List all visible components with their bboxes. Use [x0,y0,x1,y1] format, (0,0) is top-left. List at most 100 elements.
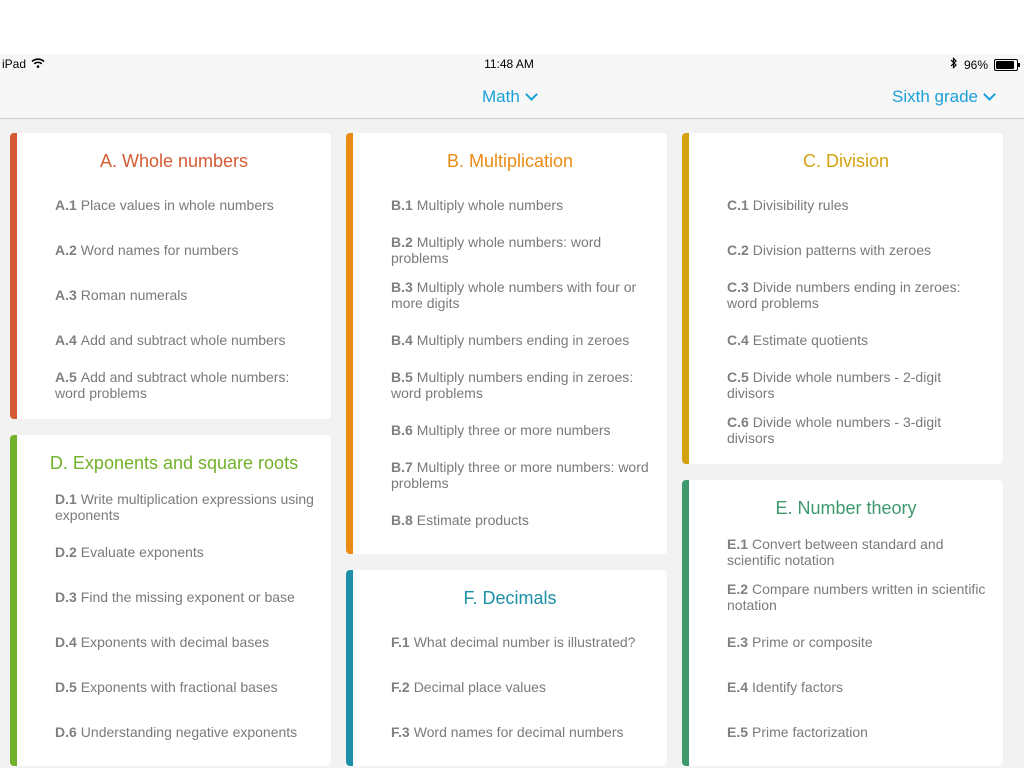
skill-code: C.3 [727,278,749,295]
skill-name: Estimate quotients [752,331,868,348]
battery-icon [994,58,1020,71]
skill-name: Convert between standard and scientific … [727,535,944,568]
category-card-multiplication: B. Multiplication B.1 Multiply whole numbe… [346,133,667,554]
skill-name: Multiply three or more numbers [416,421,611,438]
skill-text: F.2 Decimal place values [391,679,546,695]
skill-name: What decimal number is illustrated? [413,633,636,650]
skill-name: Roman numerals [80,286,188,303]
skill-link[interactable]: E.5 Prime factorization [727,709,987,754]
skill-link[interactable]: D.2 Evaluate exponents [55,529,315,574]
subject-dropdown[interactable]: Math [482,87,538,107]
category-card-number-theory: E. Number theory E.1 Convert between stand… [682,480,1003,766]
skill-link[interactable]: C.1 Divisibility rules [727,182,987,227]
skill-link[interactable]: E.3 Prime or composite [727,619,987,664]
skill-link[interactable]: D.3 Find the missing exponent or base [55,574,315,619]
skill-text: A.3 Roman numerals [55,287,187,303]
skill-name: Find the missing exponent or base [80,588,295,605]
skill-link[interactable]: E.2 Compare numbers written in scientific… [727,574,987,619]
skill-link[interactable]: C.4 Estimate quotients [727,317,987,362]
column-3: C. Division C.1 Divisibility rules C.2 Divis… [682,133,1003,768]
skill-link[interactable]: B.3 Multiply whole numbers with four or m… [391,272,651,317]
skill-link[interactable]: A.3 Roman numerals [55,272,315,317]
category-card-division: C. Division C.1 Divisibility rules C.2 Divis… [682,133,1003,464]
skill-link[interactable]: B.2 Multiply whole numbers: word problems [391,227,651,272]
skill-link[interactable]: C.5 Divide whole numbers - 2-digit diviso… [727,362,987,407]
skill-code: B.6 [391,421,413,438]
skill-name: Exponents with fractional bases [80,678,278,695]
skill-code: C.6 [727,413,749,430]
skill-link[interactable]: B.5 Multiply numbers ending in zeroes: wo… [391,362,651,407]
grade-dropdown[interactable]: Sixth grade [892,87,996,107]
skill-code: A.1 [55,196,77,213]
status-bar: iPad 11:48 AM 96% [0,54,1024,74]
skill-text: D.6 Understanding negative exponents [55,724,297,740]
skill-text: A.2 Word names for numbers [55,242,239,258]
skill-text: B.7 Multiply three or more numbers: word … [391,459,651,491]
skill-link[interactable]: E.1 Convert between standard and scientif… [727,529,987,574]
category-card-exponents: D. Exponents and square roots D.1 Write mu… [10,435,331,766]
skill-link[interactable]: B.1 Multiply whole numbers [391,182,651,227]
category-card-whole-numbers: A. Whole numbers A.1 Place values in whole… [10,133,331,419]
skill-link[interactable]: C.3 Divide numbers ending in zeroes: word… [727,272,987,317]
battery-percent: 96% [963,57,988,72]
skill-name: Understanding negative exponents [80,723,298,740]
skill-text: C.5 Divide whole numbers - 2-digit diviso… [727,369,987,401]
skills-content: A. Whole numbers A.1 Place values in whole… [0,119,1024,768]
skill-name: Write multiplication expressions using e… [55,490,314,523]
status-time: 11:48 AM [484,57,534,71]
skill-name: Place values in whole numbers [80,196,274,213]
skill-link[interactable]: D.4 Exponents with decimal bases [55,619,315,664]
skill-name: Division patterns with zeroes [752,241,931,258]
skill-link[interactable]: F.3 Word names for decimal numbers [391,709,651,754]
skill-code: E.2 [727,580,749,597]
skill-text: B.4 Multiply numbers ending in zeroes [391,332,629,348]
skill-text: A.1 Place values in whole numbers [55,197,274,213]
skill-name: Compare numbers written in scientific no… [727,580,986,613]
skill-link[interactable]: A.1 Place values in whole numbers [55,182,315,227]
skill-link[interactable]: E.4 Identify factors [727,664,987,709]
skill-link[interactable]: B.8 Estimate products [391,497,651,542]
skill-name: Decimal place values [413,678,546,695]
skill-link[interactable]: D.5 Exponents with fractional bases [55,664,315,709]
skill-code: D.2 [55,543,77,560]
skill-link[interactable]: C.6 Divide whole numbers - 3-digit diviso… [727,407,987,452]
skill-code: A.2 [55,241,77,258]
skill-text: F.3 Word names for decimal numbers [391,724,624,740]
skill-link[interactable]: A.5 Add and subtract whole numbers: word … [55,362,315,407]
skill-text: D.1 Write multiplication expressions usin… [55,491,315,523]
skill-link[interactable]: F.1 What decimal number is illustrated? [391,619,651,664]
skill-link[interactable]: D.6 Understanding negative exponents [55,709,315,754]
skill-code: E.3 [727,633,749,650]
skill-link[interactable]: D.1 Write multiplication expressions usin… [55,484,315,529]
skill-link[interactable]: F.2 Decimal place values [391,664,651,709]
skill-text: C.4 Estimate quotients [727,332,868,348]
skill-code: B.3 [391,278,413,295]
category-title: C. Division [802,151,890,171]
category-title: D. Exponents and square roots [49,453,299,473]
skill-link[interactable]: C.2 Division patterns with zeroes [727,227,987,272]
skill-link[interactable]: B.4 Multiply numbers ending in zeroes [391,317,651,362]
skill-link[interactable]: B.6 Multiply three or more numbers [391,407,651,452]
skill-name: Multiply numbers ending in zeroes: word … [391,368,634,401]
skill-text: D.2 Evaluate exponents [55,544,204,560]
skill-code: C.1 [727,196,749,213]
skill-code: D.3 [55,588,77,605]
skill-code: A.4 [55,331,77,348]
status-right: 96% [950,57,1020,72]
skill-link[interactable]: B.7 Multiply three or more numbers: word … [391,452,651,497]
skill-name: Evaluate exponents [80,543,204,560]
skill-link[interactable]: A.2 Word names for numbers [55,227,315,272]
skill-text: C.3 Divide numbers ending in zeroes: word… [727,279,987,311]
category-title: B. Multiplication [446,151,574,171]
skill-link[interactable]: A.4 Add and subtract whole numbers [55,317,315,362]
skill-text: C.2 Division patterns with zeroes [727,242,931,258]
skill-code: B.7 [391,458,413,475]
skill-text: A.5 Add and subtract whole numbers: word … [55,369,315,401]
skill-code: F.1 [391,633,410,650]
skill-text: B.6 Multiply three or more numbers [391,422,611,438]
nav-bar: Math Sixth grade [0,74,1024,119]
skill-text: E.4 Identify factors [727,679,843,695]
grade-label: Sixth grade [892,87,978,106]
skill-text: C.6 Divide whole numbers - 3-digit diviso… [727,414,987,446]
skill-text: B.5 Multiply numbers ending in zeroes: wo… [391,369,651,401]
